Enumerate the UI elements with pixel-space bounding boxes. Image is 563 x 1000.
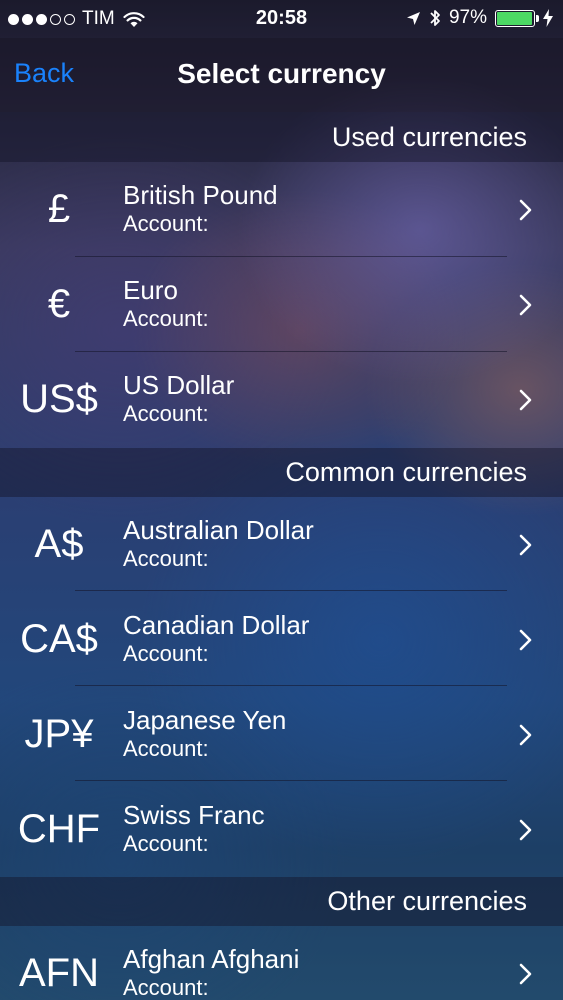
currency-symbol: US$ bbox=[20, 377, 98, 421]
currency-symbol: CHF bbox=[17, 807, 101, 851]
currency-row-us-dollar[interactable]: US$ US Dollar Account: bbox=[0, 352, 563, 447]
account-label: Account: bbox=[123, 736, 209, 761]
chevron-right-icon bbox=[519, 629, 532, 651]
section-header-other-currencies: Other currencies bbox=[0, 877, 563, 926]
chevron-right-icon bbox=[519, 199, 532, 221]
chevron-right-icon bbox=[519, 963, 532, 985]
account-label: Account: bbox=[123, 546, 209, 571]
currency-name: British Pound bbox=[123, 180, 278, 210]
currency-name: Swiss Franc bbox=[123, 800, 265, 830]
section-header-common-currencies: Common currencies bbox=[0, 448, 563, 497]
navigation-bar: Back Select currency bbox=[0, 38, 563, 112]
account-label: Account: bbox=[123, 975, 209, 1000]
currency-row-australian-dollar[interactable]: A$ Australian Dollar Account: bbox=[0, 497, 563, 592]
account-label: Account: bbox=[123, 306, 209, 331]
row-separator bbox=[75, 780, 507, 781]
account-label: Account: bbox=[123, 831, 209, 856]
row-separator bbox=[75, 590, 507, 591]
currency-name: Afghan Afghani bbox=[123, 944, 300, 974]
battery-percent: 97% bbox=[448, 7, 487, 28]
currency-name: Canadian Dollar bbox=[123, 610, 310, 640]
location-arrow-icon bbox=[406, 11, 420, 25]
currency-symbol: JP¥ bbox=[24, 712, 94, 756]
currency-name: US Dollar bbox=[123, 370, 235, 400]
account-label: Account: bbox=[123, 401, 209, 426]
section-header-used-currencies: Used currencies bbox=[0, 112, 563, 162]
currency-row-euro[interactable]: € Euro Account: bbox=[0, 257, 563, 352]
chevron-right-icon bbox=[519, 389, 532, 411]
status-bar: TIM 20:58 97% bbox=[0, 0, 563, 38]
currency-symbol: AFN bbox=[19, 951, 99, 995]
bluetooth-icon bbox=[430, 10, 440, 26]
page-title: Select currency bbox=[177, 58, 386, 89]
currency-row-british-pound[interactable]: £ British Pound Account: bbox=[0, 162, 563, 257]
status-right: 97% bbox=[406, 7, 553, 29]
currency-name: Euro bbox=[123, 275, 178, 305]
chevron-right-icon bbox=[519, 294, 532, 316]
currency-symbol: £ bbox=[47, 187, 71, 231]
currency-row-canadian-dollar[interactable]: CA$ Canadian Dollar Account: bbox=[0, 592, 563, 687]
currency-row-afghan-afghani[interactable]: AFN Afghan Afghani Account: bbox=[0, 926, 563, 1000]
row-separator bbox=[75, 685, 507, 686]
chevron-right-icon bbox=[519, 534, 532, 556]
chevron-right-icon bbox=[519, 724, 532, 746]
currency-name: Japanese Yen bbox=[123, 705, 287, 735]
currency-symbol: CA$ bbox=[20, 617, 98, 661]
battery-icon bbox=[495, 9, 539, 27]
currency-name: Australian Dollar bbox=[123, 515, 314, 545]
currency-row-japanese-yen[interactable]: JP¥ Japanese Yen Account: bbox=[0, 687, 563, 782]
charging-bolt-icon bbox=[543, 9, 553, 27]
chevron-right-icon bbox=[519, 819, 532, 841]
battery-nub bbox=[536, 14, 539, 22]
currency-symbol: € bbox=[47, 282, 71, 326]
battery-fill bbox=[497, 11, 532, 25]
account-label: Account: bbox=[123, 641, 209, 666]
currency-symbol: A$ bbox=[34, 522, 84, 566]
currency-row-swiss-franc[interactable]: CHF Swiss Franc Account: bbox=[0, 782, 563, 877]
account-label: Account: bbox=[123, 211, 209, 236]
